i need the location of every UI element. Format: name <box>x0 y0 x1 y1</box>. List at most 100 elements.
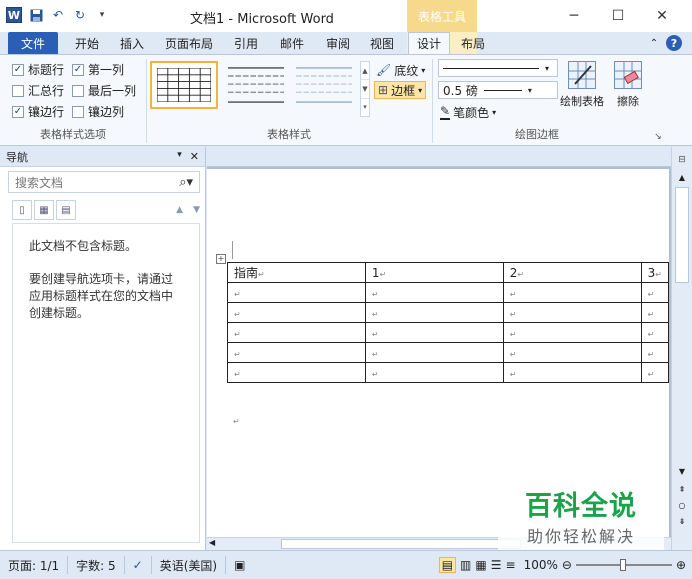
table-cell[interactable]: ↵ <box>640 362 670 383</box>
line-style-dropdown-icon[interactable]: ▾ <box>545 64 549 73</box>
page-count[interactable]: 页面: 1/1 <box>0 556 69 574</box>
help-icon[interactable]: ? <box>666 35 682 51</box>
total-row-checkbox[interactable] <box>12 84 24 97</box>
print-layout-view-icon[interactable]: ▤ <box>438 557 457 573</box>
table-style-light[interactable] <box>290 61 358 109</box>
shading-dropdown-icon[interactable]: ▾ <box>421 66 425 75</box>
table-header-cell[interactable]: 3↵ <box>640 262 670 283</box>
customize-qat-icon[interactable]: ▾ <box>94 7 110 23</box>
first-column-checkbox[interactable]: ✓ <box>72 63 84 76</box>
tab-view[interactable]: 视图 <box>362 32 402 54</box>
gallery-up-icon[interactable]: ▲ <box>361 62 369 81</box>
total-row-option[interactable]: 汇总行 <box>12 82 64 99</box>
previous-page-icon[interactable]: ⇞ <box>675 485 689 497</box>
banded-columns-checkbox[interactable] <box>72 105 84 118</box>
scroll-up-icon[interactable]: ▲ <box>675 173 689 185</box>
table-cell[interactable]: ↵ <box>227 322 366 343</box>
zoom-in-icon[interactable]: ⊕ <box>676 558 686 572</box>
table-cell[interactable]: ↵ <box>227 342 366 363</box>
zoom-out-icon[interactable]: ⊖ <box>562 558 572 572</box>
table-cell[interactable]: ↵ <box>364 342 504 363</box>
results-view-tab[interactable]: ▤ <box>56 200 76 220</box>
pen-color-dropdown-icon[interactable]: ▾ <box>492 108 496 117</box>
table-header-cell[interactable]: 1↵ <box>364 262 504 283</box>
table-cell[interactable]: ↵ <box>502 322 642 343</box>
collapse-ribbon-icon[interactable]: ⌃ <box>646 32 662 54</box>
table-cell[interactable]: ↵ <box>502 342 642 363</box>
last-column-checkbox[interactable] <box>72 84 84 97</box>
zoom-level[interactable]: 100% <box>524 558 558 572</box>
tab-insert[interactable]: 插入 <box>112 32 152 54</box>
zoom-slider-thumb[interactable] <box>619 559 626 571</box>
tab-references[interactable]: 引用 <box>226 32 266 54</box>
scroll-thumb[interactable] <box>675 187 689 283</box>
vertical-scrollbar[interactable]: ⊟ ▲ ▼ ⇞ ○ ⇟ <box>671 147 692 550</box>
minimize-button[interactable]: ─ <box>552 4 596 28</box>
first-column-option[interactable]: ✓ 第一列 <box>72 61 124 78</box>
browse-object-icon[interactable]: ○ <box>675 501 689 513</box>
search-icon[interactable]: ⌕▾ <box>179 175 193 190</box>
line-style-select[interactable]: ▾ <box>438 59 558 77</box>
headings-view-tab[interactable]: ▯ <box>12 200 32 220</box>
web-layout-icon[interactable]: ▦ <box>475 558 486 572</box>
scroll-down-icon[interactable]: ▼ <box>675 467 689 479</box>
tab-file[interactable]: 文件 <box>8 32 58 54</box>
style-gallery-scroll[interactable]: ▲ ▼ ▾ <box>360 61 370 117</box>
word-count[interactable]: 字数: 5 <box>68 556 125 574</box>
maximize-button[interactable]: ☐ <box>596 4 640 28</box>
gallery-down-icon[interactable]: ▼ <box>361 80 369 99</box>
ruler-toggle-icon[interactable]: ⊟ <box>675 155 689 169</box>
line-weight-select[interactable]: 0.5 磅 ▾ <box>438 81 558 99</box>
header-row-checkbox[interactable]: ✓ <box>12 63 24 76</box>
shading-button[interactable]: 🖌 底纹 ▾ <box>376 61 425 79</box>
table-move-handle-icon[interactable]: + <box>216 254 226 264</box>
full-screen-reading-icon[interactable]: ▥ <box>460 558 471 572</box>
header-row-option[interactable]: ✓ 标题行 <box>12 61 64 78</box>
table-cell[interactable]: ↵ <box>640 282 670 303</box>
scroll-left-icon[interactable]: ◀ <box>209 538 215 547</box>
pen-color-button[interactable]: ✎ 笔颜色 ▾ <box>440 103 496 121</box>
table-cell[interactable]: ↵ <box>364 362 504 383</box>
pages-view-tab[interactable]: ▦ <box>34 200 54 220</box>
tab-home[interactable]: 开始 <box>66 32 108 54</box>
banded-columns-option[interactable]: 镶边列 <box>72 103 124 120</box>
line-weight-dropdown-icon[interactable]: ▾ <box>528 86 532 95</box>
table-style-plain[interactable] <box>222 61 290 109</box>
document-table[interactable]: 指南↵ 1↵ 2↵ 3↵ ↵ ↵ ↵ ↵ ↵ ↵ ↵ ↵ ↵ ↵ ↵ ↵ ↵ ↵ ↵ ↵ ↵ ↵ ↵ ↵ <box>227 262 670 383</box>
table-cell[interactable]: ↵ <box>502 362 642 383</box>
borders-dropdown-icon[interactable]: ▾ <box>418 86 422 95</box>
table-cell[interactable]: ↵ <box>640 322 670 343</box>
table-cell[interactable]: ↵ <box>640 342 670 363</box>
zoom-slider[interactable] <box>575 559 672 571</box>
pane-options-icon[interactable]: ▾ <box>177 150 182 163</box>
borders-button[interactable]: ⊞ 边框 ▾ <box>374 81 427 99</box>
table-cell[interactable]: ↵ <box>227 282 366 303</box>
table-cell[interactable]: ↵ <box>502 302 642 323</box>
tab-design[interactable]: 设计 <box>408 32 450 54</box>
macro-record-icon[interactable]: ▣ <box>226 556 253 574</box>
undo-icon[interactable]: ↶ <box>50 7 66 23</box>
search-document-input[interactable]: 搜索文档 ⌕▾ <box>8 171 200 193</box>
table-cell[interactable]: ↵ <box>227 362 366 383</box>
table-cell[interactable]: ↵ <box>227 302 366 323</box>
table-cell[interactable]: ↵ <box>364 282 504 303</box>
table-cell[interactable]: ↵ <box>502 282 642 303</box>
outline-view-icon[interactable]: ☰ <box>491 558 502 572</box>
banded-rows-checkbox[interactable]: ✓ <box>12 105 24 118</box>
language-indicator[interactable]: 英语(美国) <box>152 556 227 574</box>
table-header-cell[interactable]: 2↵ <box>502 262 642 283</box>
draw-table-button[interactable]: 绘制表格 <box>560 61 604 109</box>
close-button[interactable]: ✕ <box>640 4 684 28</box>
proofing-icon[interactable]: ✓ <box>125 556 152 574</box>
horizontal-ruler[interactable] <box>207 147 671 167</box>
tab-review[interactable]: 审阅 <box>318 32 358 54</box>
table-style-grid[interactable] <box>150 61 218 109</box>
save-icon[interactable] <box>28 7 44 23</box>
table-cell[interactable]: ↵ <box>364 322 504 343</box>
hscroll-thumb[interactable] <box>281 539 521 549</box>
table-cell[interactable]: ↵ <box>640 302 670 323</box>
table-header-cell[interactable]: 指南↵ <box>227 262 366 283</box>
next-page-icon[interactable]: ⇟ <box>675 517 689 529</box>
table-cell[interactable]: ↵ <box>364 302 504 323</box>
dialog-launcher-icon[interactable]: ↘ <box>652 132 664 142</box>
